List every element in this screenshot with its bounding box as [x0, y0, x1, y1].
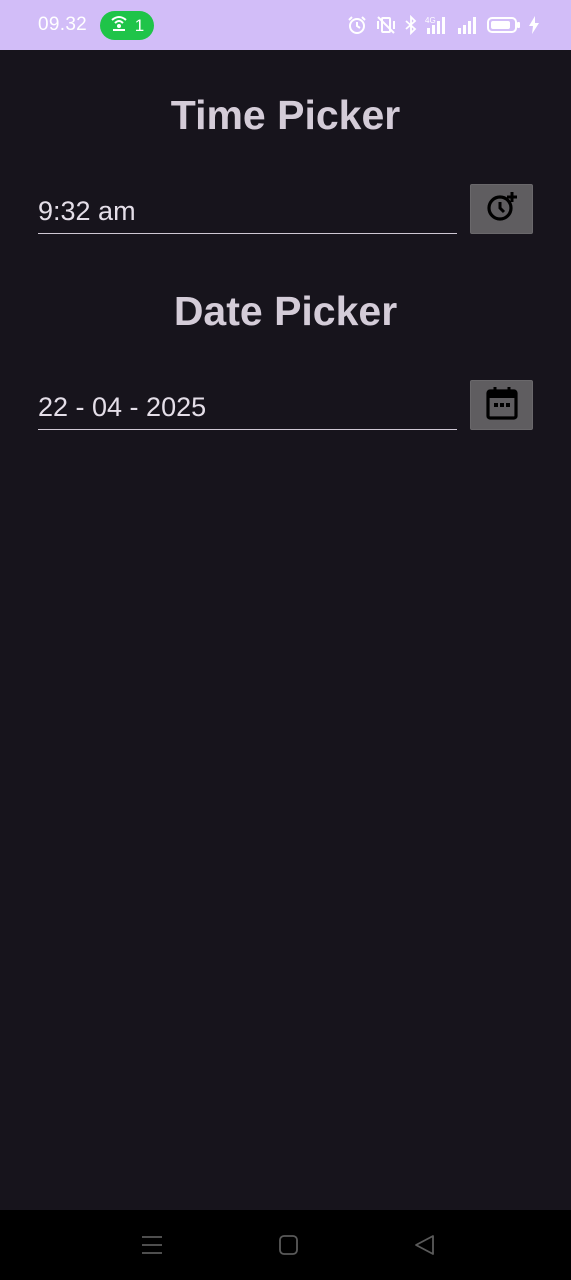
calendar-icon — [485, 385, 519, 426]
menu-icon[interactable] — [141, 1234, 163, 1261]
status-icons: 4G — [347, 13, 539, 37]
date-field[interactable]: 22 - 04 - 2025 — [38, 380, 457, 430]
time-value: 9:32 am — [38, 196, 136, 226]
navigation-bar — [0, 1210, 571, 1280]
hotspot-indicator[interactable]: 1 — [100, 11, 154, 40]
time-picker-heading: Time Picker — [170, 92, 401, 138]
hotspot-count: 1 — [134, 15, 145, 35]
status-bar: 09.32 1 4G — [0, 0, 571, 50]
main-content: Time Picker 9:32 am Date Picker 22 - 04 … — [0, 50, 571, 1210]
charging-icon — [529, 16, 539, 34]
date-value: 22 - 04 - 2025 — [38, 392, 207, 422]
bluetooth-icon — [405, 15, 417, 35]
signal-icon — [457, 15, 479, 35]
battery-icon — [487, 16, 521, 34]
status-time: 09.32 — [38, 14, 88, 35]
date-picker-heading: Date Picker — [173, 288, 398, 334]
alarm-icon — [347, 15, 367, 35]
hotspot-icon — [110, 14, 128, 37]
time-picker-row: 9:32 am — [38, 184, 533, 236]
add-alarm-icon — [484, 189, 520, 230]
date-picker-row: 22 - 04 - 2025 — [38, 380, 533, 432]
home-icon[interactable] — [278, 1234, 300, 1261]
signal-4g-icon: 4G — [425, 15, 449, 35]
time-field[interactable]: 9:32 am — [38, 184, 457, 234]
svg-text:4G: 4G — [425, 16, 436, 25]
back-icon[interactable] — [414, 1234, 436, 1261]
date-picker-button[interactable] — [470, 380, 533, 430]
vibrate-off-icon — [375, 15, 397, 35]
time-picker-button[interactable] — [470, 184, 533, 234]
